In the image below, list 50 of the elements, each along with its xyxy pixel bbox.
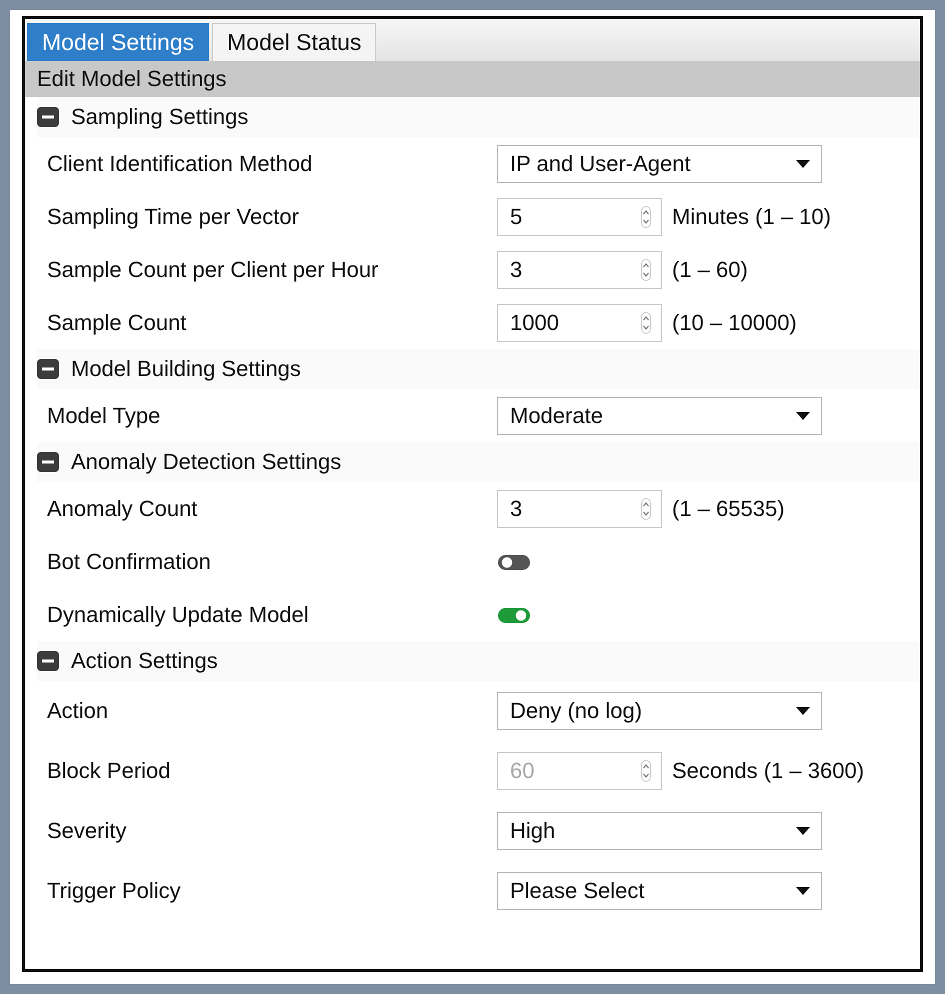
dropdown[interactable]: Deny (no log): [497, 692, 822, 730]
dropdown[interactable]: High: [497, 812, 822, 850]
range-hint: (1 – 65535): [672, 496, 785, 522]
field-label: Sampling Time per Vector: [47, 204, 300, 230]
section-title: Sampling Settings: [71, 104, 248, 130]
number-field[interactable]: 5: [497, 198, 662, 236]
caret-icon: [795, 706, 811, 716]
section-title: Model Building Settings: [71, 356, 301, 382]
collapse-icon[interactable]: [37, 452, 59, 472]
field-label: Block Period: [47, 758, 172, 784]
collapse-icon[interactable]: [37, 107, 59, 127]
caret-icon: [795, 826, 811, 836]
number-field[interactable]: 3: [497, 250, 662, 288]
section-header[interactable]: Anomaly Detection Settings: [37, 442, 920, 482]
field-label: Dynamically Update Model: [47, 602, 310, 628]
section-header[interactable]: Action Settings: [37, 641, 920, 681]
range-hint: (1 – 60): [672, 256, 748, 282]
field-label: Sample Count: [47, 310, 188, 336]
field-label: Action: [47, 698, 110, 724]
field-label: Severity: [47, 818, 128, 844]
spinner-icon[interactable]: [641, 498, 651, 520]
field-label: Anomaly Count: [47, 496, 198, 522]
caret-icon: [795, 158, 811, 168]
number-field[interactable]: 3: [497, 490, 662, 528]
number-field[interactable]: 1000: [497, 304, 662, 342]
spinner-icon[interactable]: [641, 206, 651, 228]
range-hint: Minutes (1 – 10): [672, 204, 831, 230]
panel-title: Edit Model Settings: [25, 61, 920, 97]
section-header[interactable]: Model Building Settings: [37, 349, 920, 389]
collapse-icon[interactable]: [37, 651, 59, 671]
dropdown[interactable]: Please Select: [497, 872, 822, 910]
dropdown[interactable]: Moderate: [497, 396, 822, 434]
dropdown[interactable]: IP and User-Agent: [497, 144, 822, 182]
tab[interactable]: Model Settings: [27, 23, 210, 61]
caret-icon: [795, 410, 811, 420]
field-label: Bot Confirmation: [47, 548, 212, 574]
field-label: Trigger Policy: [47, 878, 182, 904]
section-title: Action Settings: [71, 648, 218, 674]
spinner-icon[interactable]: [641, 312, 651, 334]
field-label: Client Identification Method: [47, 150, 314, 176]
collapse-icon[interactable]: [37, 359, 59, 379]
range-hint: Seconds (1 – 3600): [672, 758, 864, 784]
tab[interactable]: Model Status: [212, 23, 376, 61]
spinner-icon[interactable]: [641, 258, 651, 280]
range-hint: (10 – 10000): [672, 310, 797, 336]
section-title: Anomaly Detection Settings: [71, 449, 342, 475]
section-header[interactable]: Sampling Settings: [37, 97, 920, 137]
field-label: Sample Count per Client per Hour: [47, 256, 380, 282]
caret-icon: [795, 886, 811, 896]
field-label: Model Type: [47, 402, 162, 428]
